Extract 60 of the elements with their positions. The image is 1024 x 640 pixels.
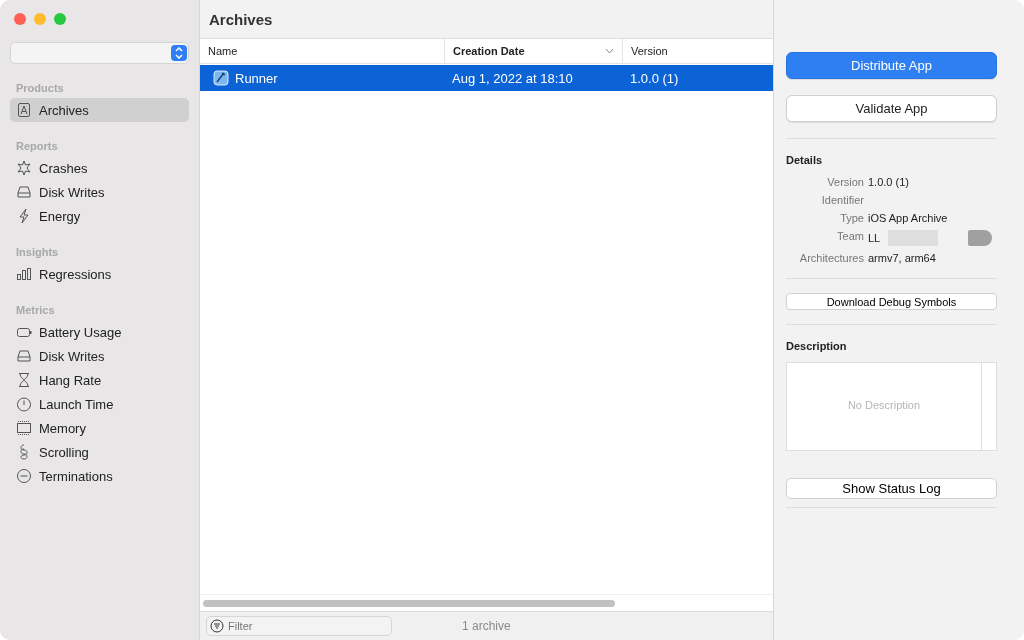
filter-field[interactable]: Filter [206, 616, 392, 636]
section-title: Description [786, 340, 848, 352]
detail-label: Type [839, 212, 864, 224]
description-field[interactable]: No Description [786, 362, 981, 451]
minus-icon [16, 468, 32, 484]
sidebar-item[interactable]: Crashes [10, 156, 189, 180]
table-cell: 1.0.0 (1) [630, 70, 679, 86]
detail-label: Team [836, 230, 864, 244]
section-header: Metrics [15, 303, 56, 318]
column-header[interactable]: Version [622, 39, 773, 63]
zoom-button[interactable] [54, 13, 66, 25]
section-header: Products [15, 81, 65, 96]
distribute-button[interactable]: Distribute App [786, 52, 997, 79]
detail-value: iOS App Archive [868, 212, 948, 224]
sidebar-item[interactable]: Battery Usage [10, 320, 189, 344]
sidebar-item[interactable]: Regressions [10, 262, 189, 286]
detail-value: armv7, arm64 [868, 252, 936, 264]
section-header: Insights [15, 245, 60, 260]
energy-icon [16, 208, 32, 224]
sidebar-item[interactable]: Terminations [10, 464, 189, 488]
sidebar-item[interactable]: Energy [10, 204, 189, 228]
sidebar-item[interactable]: Archives [10, 98, 189, 122]
bars-icon [16, 266, 32, 282]
detail-value: 1.0.0 (1) [868, 176, 909, 188]
detail-value: LL [868, 232, 881, 244]
detail-label: Version [826, 176, 864, 188]
clock-icon [16, 396, 32, 412]
archive-icon [16, 102, 32, 118]
sidebar-item[interactable]: Disk Writes [10, 180, 189, 204]
minimize-button[interactable] [34, 13, 46, 25]
sidebar-item[interactable]: Memory [10, 416, 189, 440]
download-symbols-button[interactable]: Download Debug Symbols [786, 293, 997, 310]
app-icon [213, 70, 229, 86]
scheme-selector[interactable] [10, 42, 189, 64]
redaction-mark [968, 230, 993, 246]
stepper-icon [171, 45, 187, 61]
filter-icon [210, 619, 224, 633]
window-title: Archives [200, 0, 773, 39]
sidebar-item[interactable]: Scrolling [10, 440, 189, 464]
sidebar-item[interactable]: Disk Writes [10, 344, 189, 368]
validate-button[interactable]: Validate App [786, 95, 997, 122]
column-header[interactable]: Creation Date [444, 39, 622, 63]
sidebar-item[interactable]: Launch Time [10, 392, 189, 416]
table-cell: Runner [235, 70, 278, 86]
table-cell: Aug 1, 2022 at 18:10 [452, 70, 573, 86]
section-header: Reports [15, 139, 59, 154]
column-header[interactable]: Name [200, 39, 444, 63]
status-log-button[interactable]: Show Status Log [786, 478, 997, 499]
close-button[interactable] [14, 13, 26, 25]
crash-icon [16, 160, 32, 176]
section-title: Details [786, 154, 824, 166]
chevron-icon [605, 48, 614, 54]
archive-count: 1 archive [462, 619, 511, 633]
memory-icon [16, 420, 32, 436]
hourglass-icon [16, 372, 32, 388]
scrollbar-thumb[interactable] [203, 599, 615, 607]
detail-label: Identifier [820, 194, 864, 206]
table-row[interactable]: Runner Aug 1, 2022 at 18:10 1.0.0 (1) [200, 65, 773, 91]
detail-label: Architectures [798, 252, 864, 264]
sidebar-item[interactable]: Hang Rate [10, 368, 189, 392]
